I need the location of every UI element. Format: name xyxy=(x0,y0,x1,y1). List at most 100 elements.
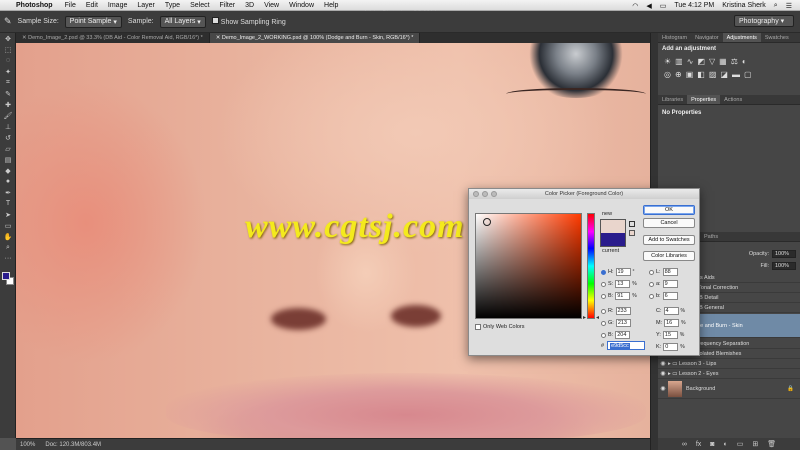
eyedropper-icon[interactable]: ✎ xyxy=(0,88,16,99)
menu-window[interactable]: Window xyxy=(289,2,314,9)
saturation-radio[interactable] xyxy=(601,281,606,287)
quick-select-tool-icon[interactable]: ✦ xyxy=(0,66,16,77)
menu-help[interactable]: Help xyxy=(324,2,338,9)
layer-group-lips[interactable]: ◉ ▸ ▭ Lesson 3 - Lips xyxy=(658,359,800,369)
brightness-radio[interactable] xyxy=(601,293,606,299)
channel-mixer-icon[interactable]: ⊕ xyxy=(675,70,682,79)
type-tool-icon[interactable]: T xyxy=(0,198,16,209)
red-radio[interactable] xyxy=(601,308,606,314)
gradient-tool-icon[interactable]: ▤ xyxy=(0,154,16,165)
marquee-tool-icon[interactable]: ⬚ xyxy=(0,44,16,55)
add-to-swatches-button[interactable]: Add to Swatches xyxy=(643,235,695,245)
menu-type[interactable]: Type xyxy=(165,2,180,9)
wifi-icon[interactable]: ◠ xyxy=(632,2,638,10)
green-radio[interactable] xyxy=(601,320,606,326)
color-cursor-ring[interactable] xyxy=(483,218,491,226)
sample-size-select[interactable]: Point Sample ▾ xyxy=(64,15,122,28)
more-tools-icon[interactable]: ··· xyxy=(0,253,16,264)
zoom-level[interactable]: 100% xyxy=(20,442,35,448)
posterize-icon[interactable]: ▨ xyxy=(709,70,717,79)
new-group-icon[interactable]: ▭ xyxy=(737,440,744,448)
green-input[interactable]: 213 xyxy=(615,319,631,327)
tab-histogram[interactable]: Histogram xyxy=(658,33,691,42)
b-channel-radio[interactable] xyxy=(649,293,654,299)
sampling-ring-checkbox[interactable]: Show Sampling Ring xyxy=(211,17,286,26)
blur-tool-icon[interactable]: ◆ xyxy=(0,165,16,176)
eyedropper-tool-icon[interactable]: ✎ xyxy=(4,16,12,27)
shape-tool-icon[interactable]: ▭ xyxy=(0,220,16,231)
cyan-input[interactable]: 4 xyxy=(663,307,679,315)
a-channel-input[interactable]: 9 xyxy=(662,280,678,288)
current-color-swatch[interactable] xyxy=(600,233,626,247)
color-libraries-button[interactable]: Color Libraries xyxy=(643,251,695,261)
blue-radio[interactable] xyxy=(601,332,606,338)
saturation-brightness-field[interactable] xyxy=(475,213,582,319)
tab-properties[interactable]: Properties xyxy=(687,95,721,104)
volume-icon[interactable]: ◀ xyxy=(646,2,651,10)
menu-file[interactable]: File xyxy=(65,2,76,9)
path-select-icon[interactable]: ➤ xyxy=(0,209,16,220)
doc-size[interactable]: Doc: 120.3M/803.4M xyxy=(45,442,101,448)
threshold-icon[interactable]: ◪ xyxy=(720,70,728,79)
zoom-tool-icon[interactable]: ⌕ xyxy=(0,242,16,253)
tab-libraries[interactable]: Libraries xyxy=(658,95,687,104)
workspace-select[interactable]: Photography ▾ xyxy=(734,15,794,27)
clock[interactable]: Tue 4:12 PM xyxy=(674,2,714,9)
battery-icon[interactable]: ▭ xyxy=(660,2,667,10)
tab-navigator[interactable]: Navigator xyxy=(691,33,723,42)
fx-icon[interactable]: fx xyxy=(696,441,701,448)
lasso-tool-icon[interactable]: ◌ xyxy=(0,55,16,66)
trash-icon[interactable]: 🗑 xyxy=(767,440,776,448)
move-tool-icon[interactable]: ✥ xyxy=(0,33,16,44)
visibility-eye-icon[interactable]: ◉ xyxy=(658,370,668,377)
levels-icon[interactable]: ▥ xyxy=(675,57,683,66)
b-channel-input[interactable]: 6 xyxy=(662,292,678,300)
lightness-input[interactable]: 88 xyxy=(662,268,678,276)
history-brush-icon[interactable]: ↺ xyxy=(0,132,16,143)
new-layer-icon[interactable]: ⊞ xyxy=(752,440,758,448)
minimize-window-icon[interactable] xyxy=(482,191,488,197)
exposure-icon[interactable]: ◩ xyxy=(697,57,705,66)
hue-radio[interactable] xyxy=(601,269,606,275)
tab-swatches[interactable]: Swatches xyxy=(761,33,793,42)
menu-view[interactable]: View xyxy=(264,2,279,9)
tab-paths[interactable]: Paths xyxy=(700,232,722,241)
web-colors-checkbox[interactable]: Only Web Colors xyxy=(475,324,524,330)
menu-image[interactable]: Image xyxy=(108,2,127,9)
invert-icon[interactable]: ◧ xyxy=(697,70,705,79)
spotlight-icon[interactable]: ⌕ xyxy=(774,2,778,10)
foreground-color-swatch[interactable] xyxy=(2,272,10,280)
zoom-window-icon[interactable] xyxy=(491,191,497,197)
red-input[interactable]: 233 xyxy=(615,307,631,315)
user-name[interactable]: Kristina Sherk xyxy=(722,2,766,9)
tab-demo-image[interactable]: ✕ Demo_Image_2.psd @ 33.3% (DB Aid - Col… xyxy=(16,33,210,43)
visibility-eye-icon[interactable]: ◉ xyxy=(658,385,668,392)
crop-tool-icon[interactable]: ⌗ xyxy=(0,77,16,88)
visibility-eye-icon[interactable]: ◉ xyxy=(658,360,668,367)
tab-demo-image-working[interactable]: ✕ Demo_Image_2_WORKING.psd @ 100% (Dodge… xyxy=(209,33,421,43)
hue-slider[interactable] xyxy=(587,213,595,319)
selective-color-icon[interactable]: ▢ xyxy=(744,70,752,79)
adjustment-layer-icon[interactable]: ◐ xyxy=(724,441,728,448)
hue-slider-left-arrow-icon[interactable]: ▸ xyxy=(583,314,586,321)
hue-slider-right-arrow-icon[interactable]: ◂ xyxy=(596,314,599,321)
layer-group-eyes[interactable]: ◉ ▸ ▭ Lesson 2 - Eyes xyxy=(658,369,800,379)
brightness-icon[interactable]: ☀ xyxy=(664,57,671,66)
clone-stamp-icon[interactable]: ⊥ xyxy=(0,121,16,132)
add-mask-icon[interactable]: ◙ xyxy=(710,441,714,448)
fill-input[interactable]: 100% xyxy=(772,261,796,270)
dodge-tool-icon[interactable]: ● xyxy=(0,176,16,187)
a-channel-radio[interactable] xyxy=(649,281,654,287)
black-input[interactable]: 0 xyxy=(663,343,679,351)
hand-tool-icon[interactable]: ✋ xyxy=(0,231,16,242)
tab-adjustments[interactable]: Adjustments xyxy=(722,33,761,42)
opacity-input[interactable]: 100% xyxy=(772,249,796,258)
ok-button[interactable]: OK xyxy=(643,205,695,215)
notifications-icon[interactable]: ☰ xyxy=(786,2,792,10)
hue-sat-icon[interactable]: ▦ xyxy=(719,57,727,66)
pen-tool-icon[interactable]: ✒ xyxy=(0,187,16,198)
bw-icon[interactable]: ◐ xyxy=(742,57,747,66)
vibrance-icon[interactable]: ▽ xyxy=(709,57,715,66)
menu-app-name[interactable]: Photoshop xyxy=(16,2,53,9)
magenta-input[interactable]: 16 xyxy=(664,319,680,327)
